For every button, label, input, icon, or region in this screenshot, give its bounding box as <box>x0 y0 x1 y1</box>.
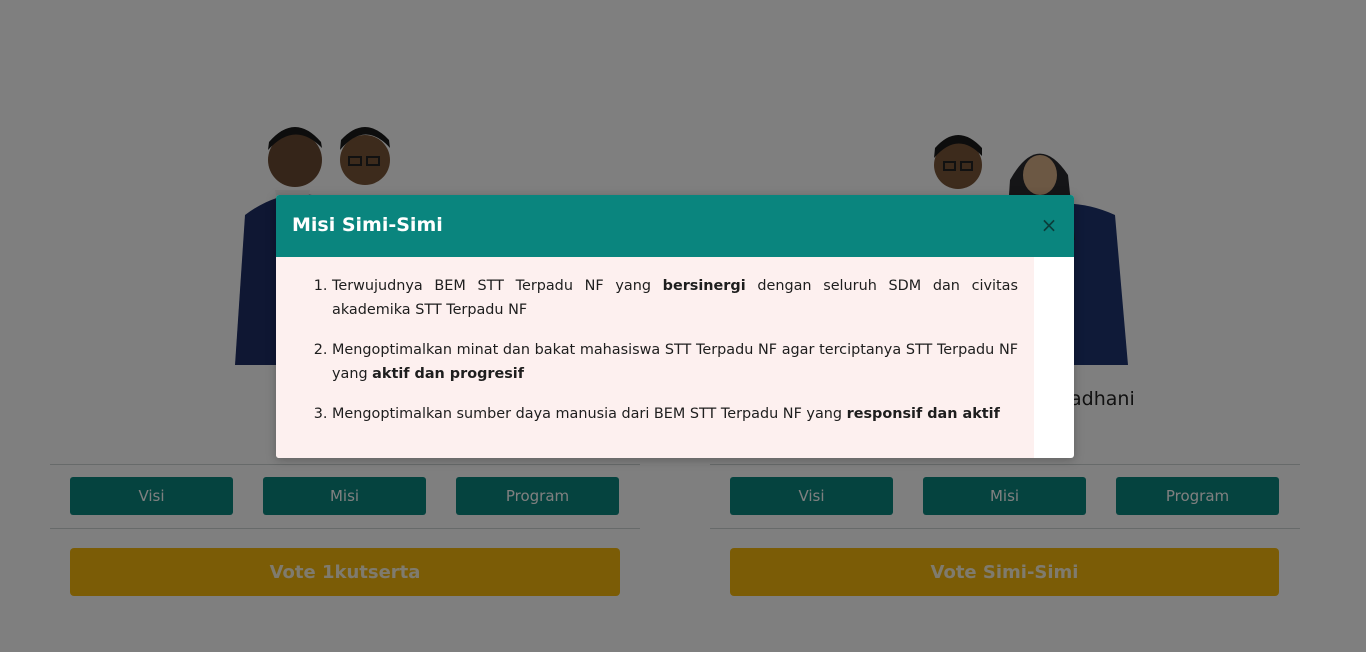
modal-header: Misi Simi-Simi × <box>276 195 1074 257</box>
mission-list: Terwujudnya BEM STT Terpadu NF yang bers… <box>276 257 1034 426</box>
mission-item: Mengoptimalkan sumber daya manusia dari … <box>332 402 1018 426</box>
modal-title: Misi Simi-Simi <box>292 214 443 236</box>
mission-item: Terwujudnya BEM STT Terpadu NF yang bers… <box>332 274 1018 322</box>
mission-item: Mengoptimalkan minat dan bakat mahasiswa… <box>332 338 1018 386</box>
mission-modal: Misi Simi-Simi × Terwujudnya BEM STT Ter… <box>276 195 1074 458</box>
close-icon[interactable]: × <box>1038 213 1060 237</box>
voting-page: Chairil Hilm Visi Misi Program Vote 1kut… <box>0 0 1366 652</box>
modal-body: Terwujudnya BEM STT Terpadu NF yang bers… <box>276 257 1034 458</box>
